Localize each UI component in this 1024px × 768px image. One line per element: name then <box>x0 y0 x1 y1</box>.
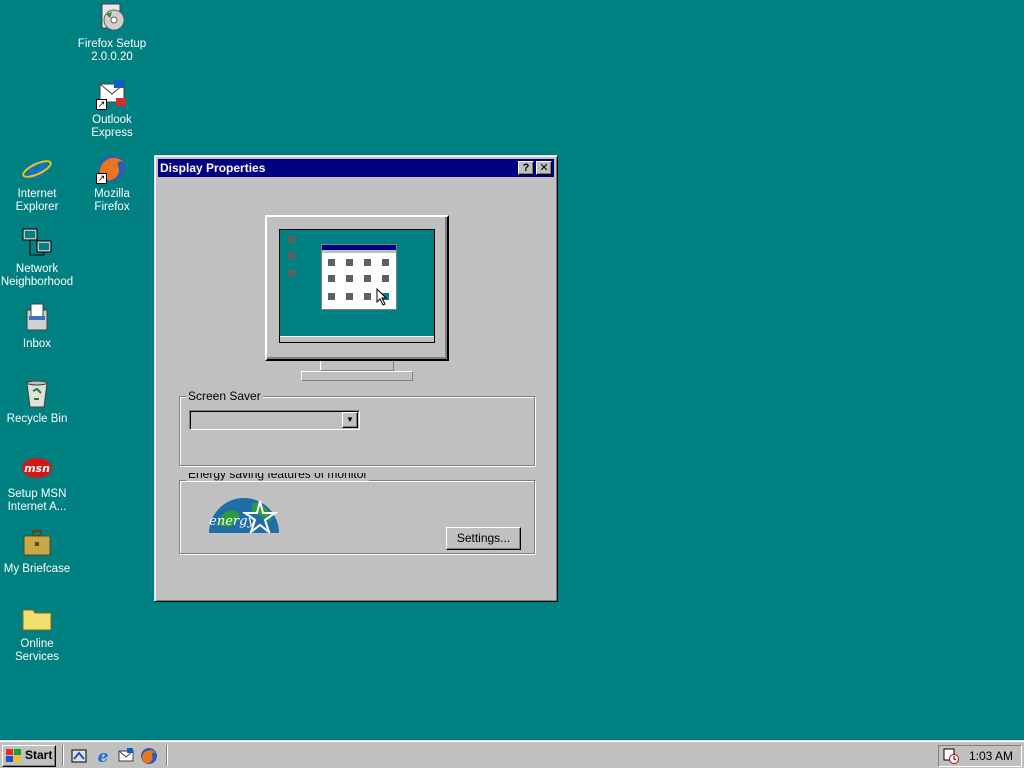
energy-saving-group: Energy saving features of monitor energy… <box>179 473 535 554</box>
desktop-icon-label: My Briefcase <box>3 563 71 575</box>
monitor-neck <box>320 361 394 371</box>
outlook-express-icon[interactable] <box>117 747 135 765</box>
folder-icon <box>21 602 53 634</box>
monitor-preview <box>265 215 449 361</box>
display-properties-window[interactable]: Display Properties ? ✕ Screen Saver ▼ En… <box>154 155 558 602</box>
help-button[interactable]: ? <box>518 161 534 175</box>
recycle-bin-icon <box>21 377 53 409</box>
shortcut-arrow-icon: ↗ <box>96 173 107 184</box>
window-title: Display Properties <box>160 161 266 175</box>
desktop-icon-label: Network Neighborhood <box>0 263 74 288</box>
mini-desktop-icon <box>288 270 295 277</box>
mozilla-firefox-icon[interactable] <box>140 747 158 765</box>
desktop-icon-internet-explorer[interactable]: e Internet Explorer <box>0 151 74 214</box>
shortcut-arrow-icon: ↗ <box>96 99 107 110</box>
start-button[interactable]: Start <box>2 745 56 767</box>
desktop-icon-label: Firefox Setup 2.0.0.20 <box>77 38 147 63</box>
screen-saver-dropdown[interactable]: ▼ <box>189 410 360 430</box>
chevron-down-icon[interactable]: ▼ <box>342 412 358 428</box>
scheduler-icon[interactable] <box>943 748 959 764</box>
desktop-icon-my-briefcase[interactable]: My Briefcase <box>0 527 74 576</box>
desktop-icon-label: Setup MSN Internet A... <box>7 488 67 513</box>
desktop-icon-label: Recycle Bin <box>6 413 68 425</box>
mini-taskbar <box>280 336 434 342</box>
firefox-setup-icon <box>96 2 128 34</box>
desktop-icon-inbox[interactable]: Inbox <box>0 302 74 351</box>
energy-star-logo: energy <box>209 498 279 533</box>
settings-button[interactable]: Settings... <box>446 527 521 550</box>
screen-saver-group: Screen Saver ▼ <box>179 389 535 466</box>
mini-desktop-icon <box>288 236 295 243</box>
taskbar: Start e 1:03 AM <box>0 740 1024 768</box>
mini-cursor-icon <box>376 288 388 306</box>
desktop-icon-label: Internet Explorer <box>15 188 59 213</box>
monitor-screen <box>279 229 435 343</box>
desktop-icon-firefox-setup[interactable]: Firefox Setup 2.0.0.20 <box>75 2 149 64</box>
briefcase-icon <box>21 527 53 559</box>
desktop-icon-setup-msn[interactable]: msn Setup MSN Internet A... <box>0 452 74 514</box>
desktop-icon-network-neighborhood[interactable]: Network Neighborhood <box>0 227 74 289</box>
internet-explorer-icon[interactable]: e <box>94 747 112 765</box>
desktop-icon-outlook-express[interactable]: ↗ Outlook Express <box>75 78 149 140</box>
mozilla-firefox-icon: ↗ <box>96 152 128 184</box>
windows-logo-icon <box>6 749 21 762</box>
outlook-express-icon: ↗ <box>96 78 128 110</box>
desktop-icon-label: Mozilla Firefox <box>94 188 130 213</box>
desktop-icon-label: Outlook Express <box>91 114 133 139</box>
network-neighborhood-icon <box>21 227 53 259</box>
mini-desktop-icon <box>288 252 295 259</box>
desktop-icon-mozilla-firefox[interactable]: ↗ Mozilla Firefox <box>75 152 149 214</box>
title-bar[interactable]: Display Properties ? ✕ <box>158 159 554 177</box>
desktop-icon-label: Online Services <box>14 638 60 663</box>
svg-text:e: e <box>98 747 109 765</box>
desktop-icon-recycle-bin[interactable]: Recycle Bin <box>0 377 74 426</box>
energy-logo-text: energy <box>209 514 255 529</box>
desktop-icon-label: Inbox <box>22 338 52 350</box>
taskbar-separator <box>166 745 168 766</box>
start-label: Start <box>25 748 53 762</box>
inbox-icon <box>21 302 53 334</box>
energy-legend-clip: Energy saving features of monitor <box>180 473 380 483</box>
msn-icon: msn <box>21 452 53 484</box>
screen-saver-legend: Screen Saver <box>186 389 263 403</box>
close-button[interactable]: ✕ <box>536 161 552 175</box>
energy-legend: Energy saving features of monitor <box>186 473 370 481</box>
system-tray: 1:03 AM <box>938 745 1022 767</box>
monitor-base <box>301 371 413 381</box>
clock[interactable]: 1:03 AM <box>969 749 1013 763</box>
internet-explorer-icon: e <box>21 151 53 186</box>
show-desktop-icon[interactable] <box>70 747 88 765</box>
desktop-icon-online-services[interactable]: Online Services <box>0 602 74 664</box>
taskbar-separator <box>62 745 64 766</box>
svg-text:msn: msn <box>24 462 50 475</box>
